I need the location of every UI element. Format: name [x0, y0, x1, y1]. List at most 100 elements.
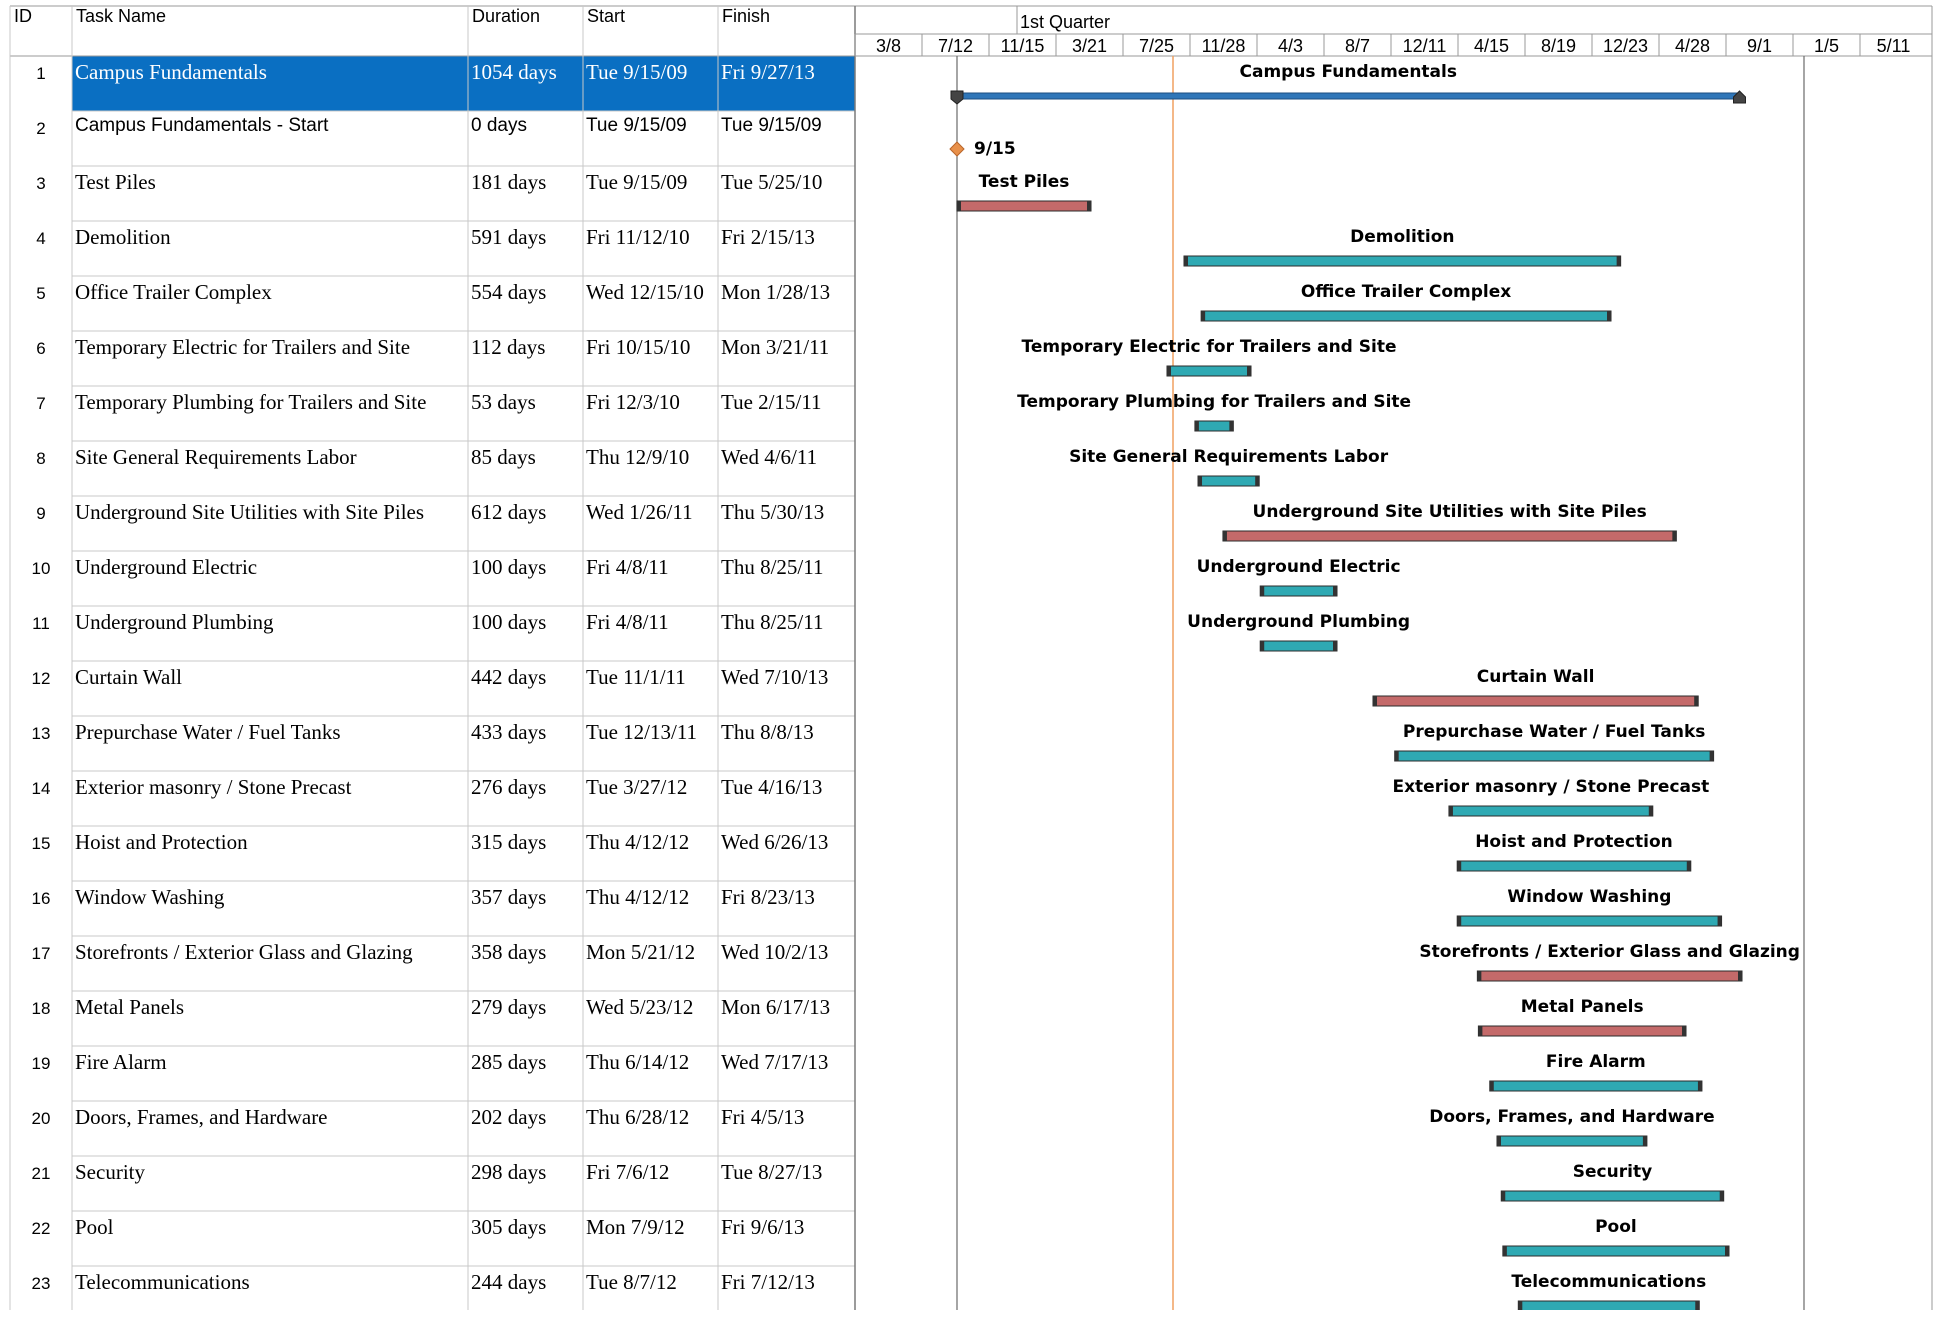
bar-end-cap [1725, 1246, 1729, 1256]
timescale-tick-label: 8/7 [1345, 36, 1370, 56]
timescale-tick-label: 8/19 [1541, 36, 1576, 56]
timescale-tick-label: 7/25 [1139, 36, 1174, 56]
bar-label: Telecommunications [1511, 1272, 1706, 1292]
bar-end-cap [1333, 586, 1337, 596]
gantt-view: ID Task Name Duration Start Finish 1 Camp… [0, 0, 1937, 1310]
task-bar[interactable] [1259, 585, 1338, 597]
task-bar[interactable] [1183, 255, 1622, 267]
timescale-tick-label: 3/8 [876, 36, 901, 56]
bar-start-cap [1518, 1301, 1523, 1310]
milestone-marker[interactable] [949, 141, 965, 157]
bar-start-cap [1394, 751, 1399, 761]
bar-start-cap [1489, 1081, 1494, 1091]
timescale-tick-label: 9/1 [1747, 36, 1772, 56]
timescale-tick-label: 4/28 [1675, 36, 1710, 56]
bar-label: Pool [1595, 1217, 1637, 1237]
bar-label: Site General Requirements Labor [1069, 447, 1389, 467]
timescale-tick-label: 5/11 [1877, 36, 1911, 56]
task-bar[interactable] [1194, 420, 1234, 432]
task-bar[interactable] [956, 200, 1092, 212]
task-bar[interactable] [1502, 1245, 1730, 1257]
bar-start-cap [1167, 366, 1171, 376]
bar-start-cap [1222, 531, 1227, 541]
bar-end-cap [1229, 421, 1234, 431]
bar-start-cap [1457, 861, 1462, 871]
bar-end-cap [1695, 1301, 1700, 1310]
task-bar[interactable] [1448, 805, 1654, 817]
bar-end-cap [1607, 311, 1611, 321]
bar-start-cap [1201, 311, 1206, 321]
bar-label: Exterior masonry / Stone Precast [1392, 777, 1709, 797]
timescale-tick-label: 7/12 [938, 36, 973, 56]
timescale-quarter-label: 1st Quarter [1020, 12, 1110, 32]
task-bar[interactable] [1456, 915, 1723, 927]
bar-end-cap [1247, 366, 1251, 376]
bar-start-cap [1373, 696, 1377, 706]
bar-start-cap [1501, 1191, 1506, 1201]
bar-start-cap [1477, 971, 1482, 981]
bar-end-cap [1738, 971, 1742, 981]
bar-start-cap [1502, 1246, 1507, 1256]
task-bar[interactable] [1197, 475, 1260, 487]
bar-label: Window Washing [1507, 887, 1671, 907]
task-bar[interactable] [1456, 860, 1692, 872]
bar-end-cap [1709, 751, 1714, 761]
bar-label: Underground Electric [1197, 557, 1401, 577]
gantt-chart: 1st Quarter 3/8 7/12 11/15 3/21 7/25 11/28 4/3 8… [9, 5, 1933, 1310]
timescale-tick-label: 12/11 [1403, 36, 1447, 56]
task-bar[interactable] [1166, 365, 1252, 377]
bar-end-cap [1717, 916, 1722, 926]
bar-label: Fire Alarm [1546, 1052, 1646, 1072]
task-bar[interactable] [1200, 310, 1612, 322]
bar-label: Temporary Plumbing for Trailers and Site [1017, 392, 1411, 412]
task-bar[interactable] [1259, 640, 1338, 652]
bar-label: Storefronts / Exterior Glass and Glazing [1419, 942, 1800, 962]
bar-start-cap [1194, 421, 1199, 431]
bar-end-cap [1719, 1191, 1724, 1201]
timescale-tick-label: 4/3 [1278, 36, 1303, 56]
bar-label: Test Piles [979, 172, 1070, 192]
bar-label: Security [1573, 1162, 1652, 1182]
bar-start-cap [1448, 806, 1453, 816]
bar-label: Demolition [1350, 227, 1454, 247]
bar-label: Temporary Electric for Trailers and Site [1021, 337, 1396, 357]
timescale-tick-label: 3/21 [1072, 36, 1107, 56]
timescale-tick-label: 1/5 [1814, 36, 1839, 56]
bar-label: Doors, Frames, and Hardware [1429, 1107, 1714, 1127]
bar-end-cap [1697, 1081, 1702, 1091]
bar-start-cap [1260, 641, 1265, 651]
bar-start-cap [1497, 1136, 1501, 1146]
bar-label: Underground Site Utilities with Site Pil… [1253, 502, 1647, 522]
bar-end-cap [1333, 641, 1337, 651]
bar-label: Curtain Wall [1477, 667, 1595, 687]
summary-bar[interactable] [956, 92, 1740, 100]
task-bar[interactable] [1500, 1190, 1725, 1202]
bar-end-cap [1686, 861, 1691, 871]
task-bar[interactable] [1394, 750, 1715, 762]
summary-start-cap [950, 90, 964, 105]
bar-end-cap [1642, 1136, 1647, 1146]
bar-label: Underground Plumbing [1187, 612, 1410, 632]
bar-label: Metal Panels [1521, 997, 1644, 1017]
task-bar[interactable] [1476, 970, 1743, 982]
bar-end-cap [1616, 256, 1621, 266]
bar-start-cap [1457, 916, 1462, 926]
bar-start-cap [1260, 586, 1265, 596]
bar-end-cap [1682, 1026, 1686, 1036]
bar-start-cap [1198, 476, 1203, 486]
task-bar[interactable] [1489, 1080, 1703, 1092]
task-bar[interactable] [1517, 1300, 1700, 1310]
task-bar[interactable] [1372, 695, 1699, 707]
timescale-tick-label: 12/23 [1603, 36, 1648, 56]
bar-end-cap [1255, 476, 1260, 486]
bar-label: Campus Fundamentals [1240, 62, 1457, 82]
bar-end-cap [1648, 806, 1653, 816]
bar-end-cap [1694, 696, 1699, 706]
timescale-tick-label: 11/28 [1202, 36, 1246, 56]
bar-label: Prepurchase Water / Fuel Tanks [1403, 722, 1706, 742]
bar-label: Hoist and Protection [1475, 832, 1673, 852]
task-bar[interactable] [1222, 530, 1677, 542]
bar-end-cap [1672, 531, 1677, 541]
task-bar[interactable] [1477, 1025, 1687, 1037]
task-bar[interactable] [1496, 1135, 1648, 1147]
